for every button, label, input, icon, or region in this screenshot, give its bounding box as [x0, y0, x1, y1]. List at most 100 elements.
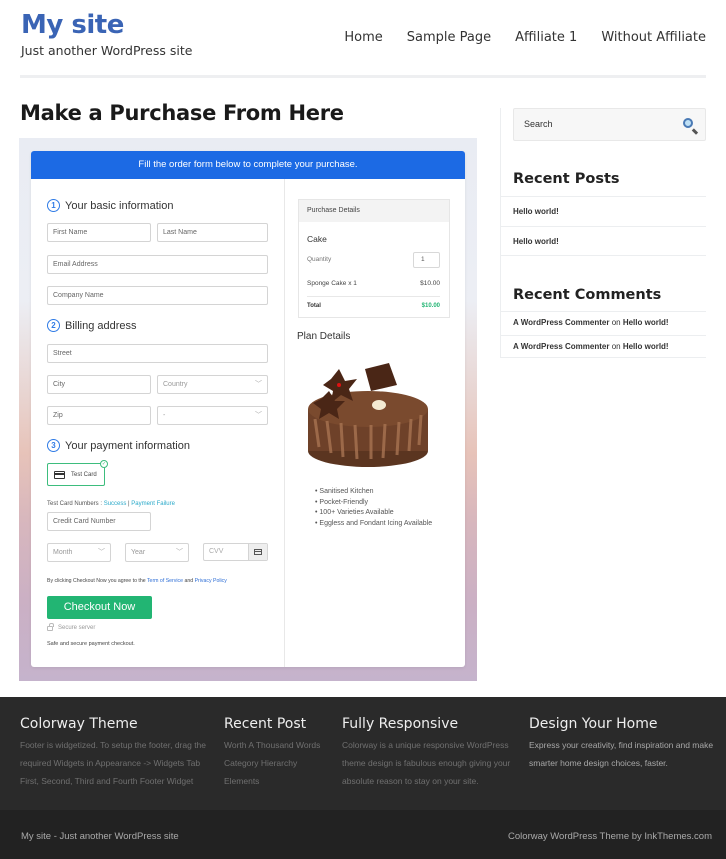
search-icon[interactable] [683, 118, 693, 128]
nav-sample-page[interactable]: Sample Page [407, 30, 491, 45]
year-select[interactable]: Year ﹀ [125, 543, 189, 562]
cvv-input[interactable]: CVV [203, 543, 268, 561]
first-name-input[interactable]: First Name [47, 223, 151, 242]
footer-col-design-home: Design Your Home Express your creativity… [529, 716, 713, 772]
agree-text: By clicking Checkout Now you agree to th… [47, 578, 147, 584]
feature-item: 100+ Varieties Available [315, 508, 432, 519]
secure-server: Secure server [47, 622, 96, 631]
footer-theme-credit[interactable]: Colorway WordPress Theme by InkThemes.co… [508, 831, 712, 842]
page-title: Make a Purchase From Here [20, 101, 344, 125]
month-select-value: Month [53, 549, 73, 556]
total-divider [307, 296, 440, 297]
footer-col-responsive: Fully Responsive Colorway is a unique re… [342, 716, 510, 790]
footer-col-text: smarter home design choices, faster. [529, 758, 668, 768]
step-label: Your payment information [65, 439, 190, 452]
step-payment: 3 Your payment information [47, 439, 190, 452]
step-basic-info: 1 Your basic information [47, 199, 173, 212]
month-select[interactable]: Month ﹀ [47, 543, 111, 562]
card-number-input[interactable]: Credit Card Number [47, 512, 151, 531]
city-input[interactable]: City [47, 375, 151, 394]
zip-input[interactable]: Zip [47, 406, 151, 425]
email-input[interactable]: Email Address [47, 255, 268, 274]
footer-post-link[interactable]: Elements [224, 772, 320, 790]
quantity-input[interactable]: 1 [413, 252, 440, 268]
header-divider [20, 75, 706, 78]
total-label: Total [307, 303, 321, 309]
footer-col-title: Design Your Home [529, 716, 658, 732]
line-item-amount: $10.00 [420, 280, 440, 287]
order-banner: Fill the order form below to complete yo… [31, 151, 465, 179]
footer-col-text: Footer is widgetized. To setup the foote… [20, 740, 207, 750]
state-select[interactable]: - ﹀ [157, 406, 268, 425]
footer-col-text: First, Second, Third and Fourth Footer W… [20, 776, 194, 786]
recent-post-link[interactable]: Hello world! [500, 226, 706, 256]
street-input[interactable]: Street [47, 344, 268, 363]
feature-item: Eggless and Fondant Icing Available [315, 519, 432, 530]
nav-without-affiliate[interactable]: Without Affiliate [601, 30, 706, 45]
line-item-label: Sponge Cake x 1 [307, 280, 357, 287]
step-number-1: 1 [47, 199, 60, 212]
test-numbers-label: Test Card Numbers : [47, 501, 104, 507]
step-billing: 2 Billing address [47, 319, 137, 332]
country-select-value: Country [163, 381, 188, 388]
secure-server-label: Secure server [58, 625, 96, 631]
chevron-down-icon: ﹀ [255, 412, 262, 419]
payment-method-label: Test Card [71, 471, 97, 478]
nav-home[interactable]: Home [344, 30, 382, 45]
card-icon [248, 544, 267, 560]
order-form-left: 1 Your basic information First Name Last… [31, 179, 285, 667]
cake-image [308, 363, 428, 467]
product-name: Cake [307, 234, 327, 244]
state-select-value: - [163, 412, 166, 419]
comment-author-link[interactable]: A WordPress Commenter [513, 342, 609, 351]
payment-method-test-card[interactable]: Test Card ✓ [47, 460, 108, 486]
feature-item: Pocket-Friendly [315, 498, 432, 509]
payment-failure-link[interactable]: Payment Failure [131, 501, 175, 507]
country-select[interactable]: Country ﹀ [157, 375, 268, 394]
privacy-link[interactable]: Privacy Policy [195, 578, 227, 584]
footer-col-text: Colorway is a unique responsive WordPres… [342, 740, 509, 750]
footer-col-text: required Widgets in Appearance -> Widget… [20, 758, 201, 768]
step-label: Billing address [65, 319, 137, 332]
agree-and: and [183, 578, 195, 584]
line-item: Sponge Cake x 1 $10.00 [307, 280, 440, 287]
total-row: Total $10.00 [307, 303, 440, 309]
comment-post-link[interactable]: Hello world! [623, 318, 669, 327]
year-select-value: Year [131, 549, 146, 556]
last-name-input[interactable]: Last Name [157, 223, 268, 242]
comment-on: on [609, 318, 623, 327]
step-label: Your basic information [65, 199, 174, 212]
recent-comment: A WordPress Commenter on Hello world! [500, 311, 706, 334]
purchase-details: Purchase Details Cake Quantity 1 Sponge … [298, 199, 450, 318]
nav-affiliate-1[interactable]: Affiliate 1 [515, 30, 577, 45]
total-amount: $10.00 [421, 303, 440, 309]
site-tagline: Just another WordPress site [21, 43, 193, 58]
footer-col-text: absolute reason to stay on your site. [342, 776, 479, 786]
footer-post-link[interactable]: Category Hierarchy [224, 754, 320, 772]
comment-author-link[interactable]: A WordPress Commenter [513, 318, 609, 327]
company-input[interactable]: Company Name [47, 286, 268, 305]
site-title[interactable]: My site [21, 10, 124, 40]
terms-link[interactable]: Term of Service [147, 578, 183, 584]
safe-checkout-text: Safe and secure payment checkout. [47, 641, 135, 647]
recent-post-link[interactable]: Hello world! [500, 196, 706, 226]
recent-comments-title: Recent Comments [513, 287, 662, 303]
checkout-button[interactable]: Checkout Now [47, 596, 152, 619]
comment-post-link[interactable]: Hello world! [623, 342, 669, 351]
order-form-card: Fill the order form below to complete yo… [31, 151, 465, 667]
footer-col-title: Fully Responsive [342, 716, 459, 732]
order-summary: Purchase Details Cake Quantity 1 Sponge … [285, 179, 465, 667]
comment-on: on [609, 342, 623, 351]
success-link[interactable]: Success [104, 501, 127, 507]
test-card-numbers: Test Card Numbers : Success | Payment Fa… [47, 501, 175, 507]
footer-post-link[interactable]: Worth A Thousand Words [224, 736, 320, 754]
footer-col-title: Colorway Theme [20, 716, 138, 732]
purchase-details-header: Purchase Details [299, 200, 449, 222]
search-input[interactable]: Search [513, 108, 706, 141]
check-icon: ✓ [100, 460, 108, 468]
recent-posts-title: Recent Posts [513, 171, 620, 187]
recent-comment: A WordPress Commenter on Hello world! [500, 335, 706, 358]
footer-site-credit[interactable]: My site - Just another WordPress site [21, 831, 179, 842]
terms-agreement: By clicking Checkout Now you agree to th… [47, 578, 227, 584]
footer-col-title: Recent Post [224, 716, 307, 732]
